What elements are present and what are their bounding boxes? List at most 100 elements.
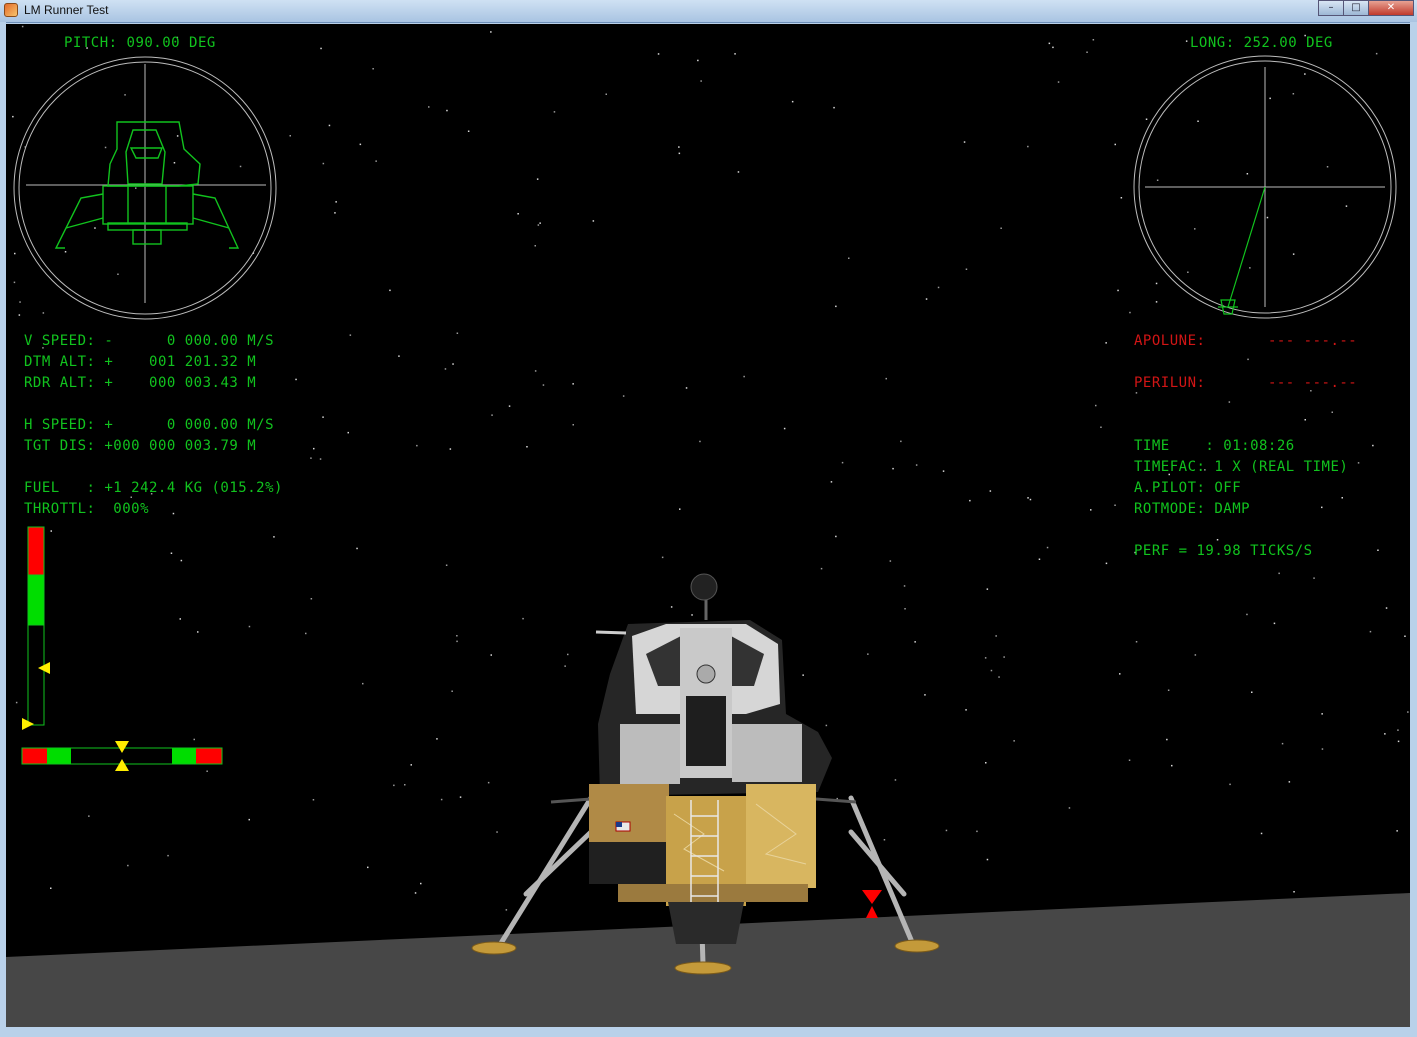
star [1407, 711, 1409, 713]
star [1114, 143, 1116, 146]
star [104, 146, 107, 149]
star [42, 312, 45, 314]
star [986, 858, 989, 861]
star [678, 152, 681, 155]
star [990, 669, 993, 672]
apilot-label: A.PILOT [1134, 480, 1197, 496]
star [1321, 506, 1323, 509]
throttle-readout: THROTTL: 000% [24, 501, 149, 517]
star [567, 653, 569, 656]
rotmode-readout: ROTMODE: DAMP [1134, 501, 1250, 517]
star [1117, 289, 1119, 292]
star [449, 448, 452, 450]
star [130, 496, 132, 498]
long-label: LONG [1190, 35, 1226, 51]
star [328, 124, 331, 127]
scene-canvas [6, 25, 1410, 1027]
star [416, 444, 418, 447]
landing-target-marker-bottom [866, 906, 878, 918]
star [685, 387, 688, 389]
timefac-value: : 1 X (REAL TIME) [1196, 459, 1349, 475]
star [904, 608, 906, 610]
star [451, 690, 453, 692]
star [564, 665, 566, 667]
star [64, 251, 67, 253]
star [942, 470, 945, 472]
star [312, 799, 315, 801]
h-speed-value: : + 0 000.00 M/S [86, 417, 275, 433]
star [13, 281, 16, 284]
star [867, 653, 869, 655]
window-frame-bottom[interactable] [0, 1027, 1417, 1037]
close-button[interactable]: ✕ [1368, 0, 1414, 16]
star [835, 535, 837, 538]
star [446, 109, 448, 112]
star [1216, 539, 1219, 541]
star [176, 135, 179, 137]
star [248, 625, 251, 628]
star [553, 111, 556, 113]
dtm-alt-label: DTM ALT [24, 354, 87, 370]
star [802, 674, 804, 676]
star [1372, 444, 1374, 447]
star [50, 887, 52, 889]
pitch-readout: PITCH: 090.00 DEG [64, 35, 216, 51]
star [1304, 73, 1306, 75]
star [1251, 691, 1253, 693]
star [320, 47, 322, 50]
star [456, 332, 459, 334]
star [1105, 562, 1108, 565]
star [522, 617, 524, 620]
maximize-button[interactable]: □ [1343, 0, 1369, 16]
star [319, 458, 322, 460]
star [335, 201, 337, 203]
rdr-alt-value: : + 000 003.43 M [86, 375, 257, 391]
star [459, 796, 462, 798]
star [657, 53, 660, 55]
star [1375, 52, 1378, 55]
star [21, 25, 24, 28]
star [440, 798, 443, 801]
star [1273, 622, 1276, 625]
star [1003, 656, 1005, 658]
star [1357, 462, 1360, 464]
v-speed-value: : - 0 000.00 M/S [86, 333, 275, 349]
star [180, 559, 183, 562]
star [1171, 764, 1173, 767]
simulation-viewport[interactable]: PITCH: 090.00 DEG V SPEED: - 0 000.00 M/… [6, 24, 1410, 1027]
tgt-dis-label: TGT DIS [24, 438, 87, 454]
star [491, 414, 493, 416]
star [404, 784, 406, 786]
star [508, 405, 511, 407]
throttle-value: : 000% [86, 501, 150, 517]
perilune-value: : --- ---.-- [1196, 375, 1358, 391]
minimize-button[interactable]: – [1318, 0, 1344, 16]
star [963, 141, 966, 143]
star [1228, 401, 1231, 403]
star [310, 598, 313, 600]
rdr-alt-label: RDR ALT [24, 375, 87, 391]
star [537, 224, 540, 226]
star [456, 640, 458, 643]
perf-label: PERF [1134, 543, 1170, 559]
star [127, 864, 129, 867]
perilune-label: PERILUN [1134, 375, 1197, 391]
star [1369, 630, 1372, 633]
star [1331, 411, 1333, 413]
star [699, 440, 701, 443]
star [206, 770, 208, 772]
star [1105, 342, 1107, 344]
pitch-indicator [13, 56, 277, 320]
window-titlebar[interactable]: LM Runner Test – □ ✕ [0, 0, 1417, 23]
orbit-position-marker [1218, 186, 1266, 315]
star [783, 427, 786, 430]
star [496, 831, 498, 833]
star [1048, 42, 1051, 45]
star [124, 94, 126, 96]
star [883, 839, 886, 841]
star [359, 143, 362, 146]
window-frame-right[interactable] [1410, 22, 1417, 1037]
star [1194, 228, 1196, 230]
star [848, 257, 850, 259]
star [1377, 549, 1379, 551]
